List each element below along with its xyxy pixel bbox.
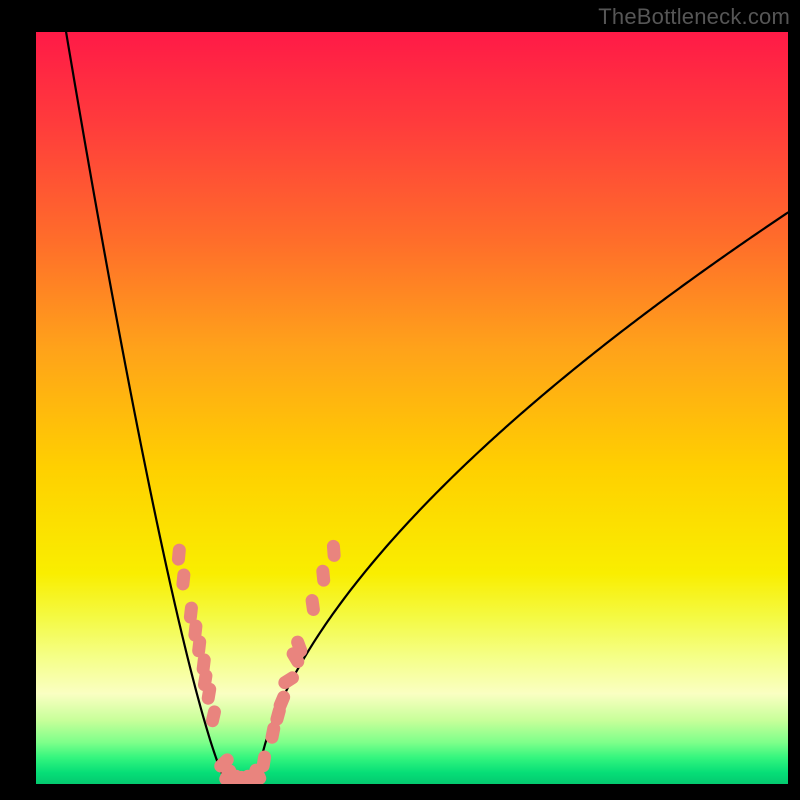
gradient-background (36, 32, 788, 784)
chart-frame: TheBottleneck.com (0, 0, 800, 800)
bottleneck-curve-plot (0, 0, 800, 800)
watermark-text: TheBottleneck.com (598, 4, 790, 30)
